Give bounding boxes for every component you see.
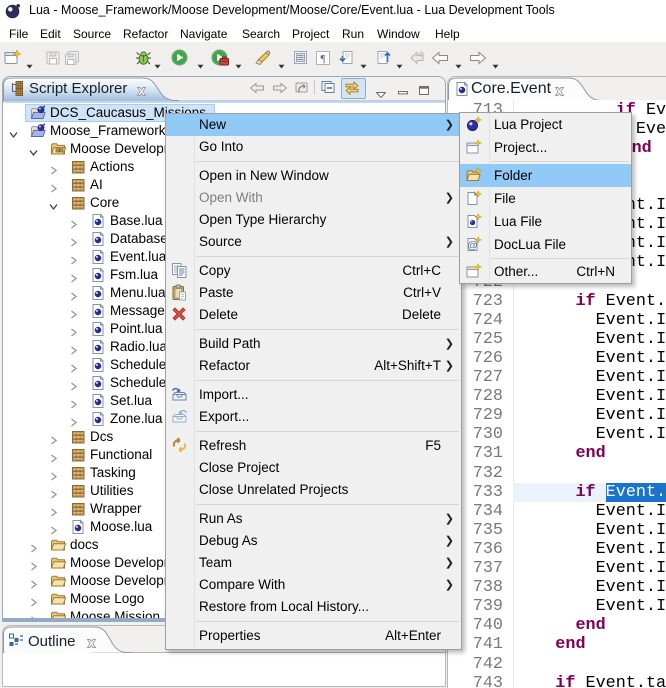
svg-text:¶: ¶ — [321, 53, 326, 65]
svg-text:@: @ — [467, 240, 477, 251]
